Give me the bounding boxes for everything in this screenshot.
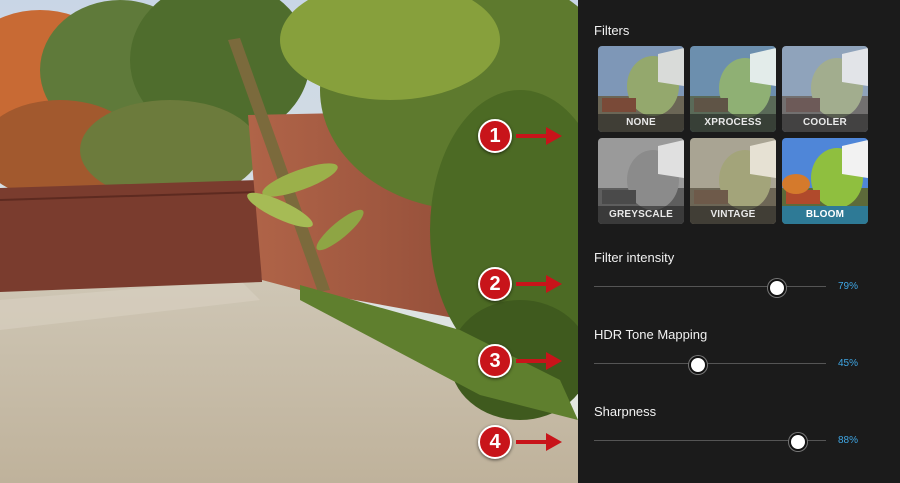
adjustments-panel: Filters NONE XPROCESS COOLER GREYSCALE V… (578, 0, 900, 483)
callout-number: 1 (478, 119, 512, 153)
callout-2: 2 (478, 267, 562, 301)
slider-handle[interactable] (689, 356, 708, 374)
filter-label: GREYSCALE (598, 206, 684, 224)
slider-track (594, 286, 826, 287)
hdr-tone-mapping-slider[interactable] (594, 354, 826, 374)
filter-grid: NONE XPROCESS COOLER GREYSCALE VINTAGE B… (598, 46, 868, 224)
filter-greyscale[interactable]: GREYSCALE (598, 138, 684, 224)
filter-intensity-value: 79% (838, 281, 859, 292)
hdr-tone-mapping-value: 45% (838, 358, 859, 369)
filter-intensity-slider[interactable] (594, 277, 826, 297)
filter-label: NONE (598, 114, 684, 132)
callout-3: 3 (478, 344, 562, 378)
slider-handle[interactable] (789, 433, 808, 451)
filter-intensity-label: Filter intensity (594, 250, 675, 265)
arrow-right-icon (516, 433, 562, 451)
filter-vintage[interactable]: VINTAGE (690, 138, 776, 224)
slider-track (594, 363, 826, 364)
photo-preview (0, 0, 578, 483)
filter-none[interactable]: NONE (598, 46, 684, 132)
filters-heading: Filters (594, 23, 630, 38)
filter-bloom[interactable]: BLOOM (782, 138, 868, 224)
arrow-right-icon (516, 275, 562, 293)
filter-label: VINTAGE (690, 206, 776, 224)
sharpness-slider[interactable] (594, 431, 826, 451)
arrow-right-icon (516, 352, 562, 370)
filter-cooler[interactable]: COOLER (782, 46, 868, 132)
callout-number: 2 (478, 267, 512, 301)
filter-label: BLOOM (782, 206, 868, 224)
filter-xprocess[interactable]: XPROCESS (690, 46, 776, 132)
callout-number: 3 (478, 344, 512, 378)
sharpness-value: 88% (838, 435, 859, 446)
slider-handle[interactable] (768, 279, 787, 297)
hdr-tone-mapping-label: HDR Tone Mapping (594, 327, 708, 342)
callout-1: 1 (478, 119, 562, 153)
callout-4: 4 (478, 425, 562, 459)
callout-number: 4 (478, 425, 512, 459)
arrow-right-icon (516, 127, 562, 145)
sharpness-label: Sharpness (594, 404, 657, 419)
filter-label: XPROCESS (690, 114, 776, 132)
filter-label: COOLER (782, 114, 868, 132)
